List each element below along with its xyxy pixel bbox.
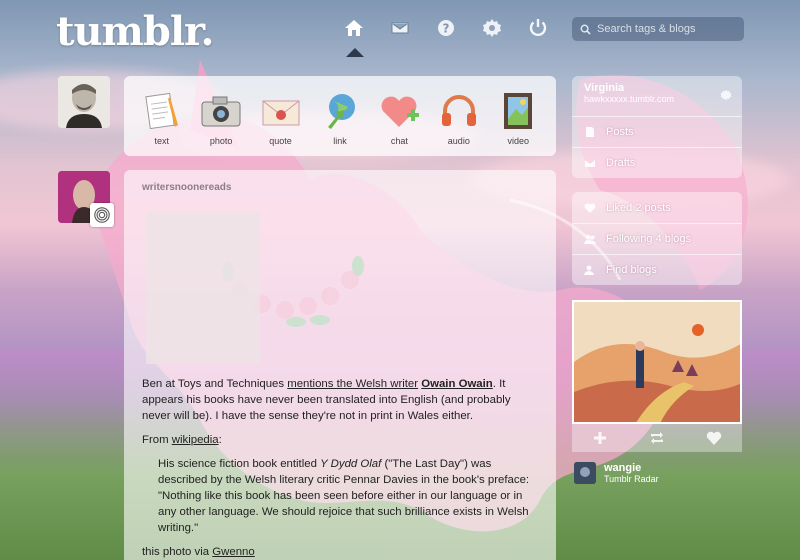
camera-icon: [201, 96, 241, 127]
link-icon: [327, 94, 355, 129]
post-type-photo[interactable]: photo: [195, 89, 247, 146]
blog-settings-icon[interactable]: [720, 89, 732, 101]
search-icon: [580, 24, 591, 35]
post-type-video[interactable]: video: [492, 89, 544, 146]
drafts-icon: [584, 157, 596, 169]
sidebar-item-label: Following 4 blogs: [606, 233, 691, 245]
chat-icon: [381, 96, 420, 127]
text-span: From: [142, 434, 172, 446]
radar-user-avatar[interactable]: [574, 462, 596, 484]
sidebar-item-label: Posts: [606, 126, 634, 138]
bold-link-text: Owain Owain: [421, 378, 493, 390]
mail-icon[interactable]: [386, 14, 414, 42]
radar-username: wangie: [604, 462, 642, 474]
wikipedia-link[interactable]: wikipedia: [172, 434, 219, 446]
activity-card: Liked 2 posts Following 4 blogs Find blo…: [572, 192, 742, 285]
post-type-label: quote: [269, 136, 292, 146]
owain-owain-link[interactable]: Owain Owain: [421, 378, 493, 390]
search-input[interactable]: [597, 23, 742, 35]
radar-user[interactable]: wangie Tumblr Radar: [574, 462, 659, 484]
home-icon[interactable]: [340, 14, 368, 42]
radar-image[interactable]: [572, 300, 742, 424]
post-type-label: chat: [390, 136, 408, 146]
blog-name: Virginia: [584, 82, 625, 94]
radar-actions: [572, 424, 742, 452]
power-icon[interactable]: [524, 14, 552, 42]
blog-card: Virginia hawkxxxxx.tumblr.com Posts Draf…: [572, 76, 742, 178]
post-type-audio[interactable]: audio: [433, 89, 485, 146]
post-type-quote[interactable]: quote: [255, 89, 307, 146]
sidebar-item-likes[interactable]: Liked 2 posts: [572, 192, 742, 223]
sidebar-item-following[interactable]: Following 4 blogs: [572, 223, 742, 254]
text-span: this photo via: [142, 546, 213, 558]
headphones-icon: [441, 95, 476, 126]
post-photo[interactable]: [146, 212, 260, 364]
book-title: Y Dydd Olaf: [320, 458, 382, 470]
person-add-icon: [584, 264, 596, 276]
help-icon[interactable]: ?: [432, 14, 460, 42]
post-paragraph: Ben at Toys and Techniques mentions the …: [142, 376, 542, 424]
post-type-label: audio: [447, 136, 470, 146]
text-span: His science fiction book entitled: [158, 458, 321, 470]
post-type-label: video: [507, 136, 529, 146]
post-body: Ben at Toys and Techniques mentions the …: [142, 376, 542, 560]
post-type-label: photo: [209, 136, 233, 146]
sidebar-item-find-blogs[interactable]: Find blogs: [572, 254, 742, 285]
follow-plus-icon[interactable]: [592, 430, 608, 446]
reblog-icon[interactable]: [649, 430, 665, 446]
post-paragraph: this photo via Gwenno: [142, 544, 542, 560]
sidebar-item-label: Drafts: [606, 157, 636, 169]
post-type-link[interactable]: link: [314, 89, 366, 146]
svg-text:?: ?: [443, 22, 450, 36]
fingerprint-icon: [90, 203, 114, 227]
gwenno-link[interactable]: Gwenno: [212, 546, 254, 558]
search-box[interactable]: [572, 17, 744, 41]
tumblr-logo[interactable]: tumblr.: [56, 8, 214, 55]
sidebar-item-posts[interactable]: Posts: [572, 116, 742, 147]
post-blockquote: His science fiction book entitled Y Dydd…: [152, 456, 542, 536]
sidebar-item-label: Find blogs: [606, 264, 657, 276]
post-type-text[interactable]: text: [136, 89, 188, 146]
active-nav-caret: [346, 48, 364, 57]
text-icon: [145, 92, 178, 130]
post-author-name[interactable]: writersnoonereads: [142, 182, 538, 193]
sidebar-item-label: Liked 2 posts: [606, 201, 671, 214]
post-link[interactable]: mentions the Welsh writer: [287, 378, 418, 390]
text-span: :: [218, 434, 222, 446]
post-type-bar: text photo quote link chat audio video: [124, 76, 556, 156]
sidebar-item-drafts[interactable]: Drafts: [572, 147, 742, 178]
heart-icon: [584, 202, 596, 214]
my-avatar[interactable]: [58, 76, 110, 128]
people-icon: [584, 233, 596, 245]
film-icon: [504, 93, 533, 129]
blog-header[interactable]: Virginia hawkxxxxx.tumblr.com: [572, 76, 742, 116]
like-heart-icon[interactable]: [706, 430, 722, 446]
text-span: Ben at Toys and Techniques: [142, 378, 288, 390]
post-type-label: link: [333, 136, 347, 146]
post-paragraph: From wikipedia:: [142, 432, 542, 448]
radar-label: Tumblr Radar: [604, 474, 659, 484]
top-nav: ?: [340, 14, 552, 42]
document-icon: [584, 126, 596, 138]
post-type-label: text: [154, 136, 169, 146]
quote-icon: [262, 100, 300, 126]
gear-icon[interactable]: [478, 14, 506, 42]
post-type-chat[interactable]: chat: [373, 89, 425, 146]
blog-url: hawkxxxxx.tumblr.com: [584, 94, 675, 104]
